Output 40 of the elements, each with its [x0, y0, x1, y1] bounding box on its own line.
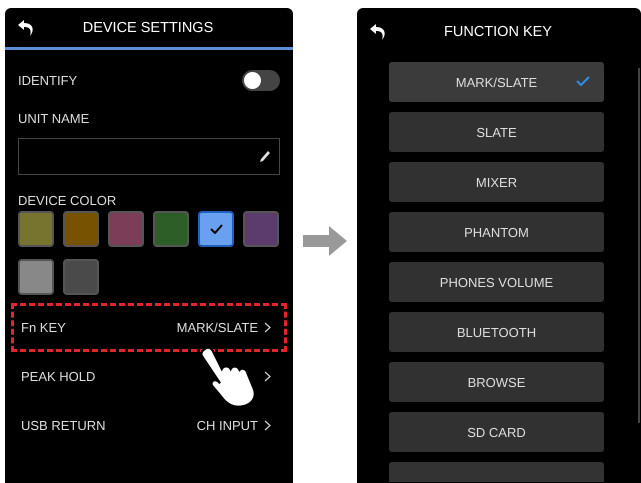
color-swatch[interactable] — [63, 259, 99, 295]
function-option[interactable]: SD CARD — [389, 412, 604, 452]
chevron-icon — [264, 420, 271, 431]
highlighted-setting-row[interactable]: Fn KEY MARK/SLATE — [11, 303, 287, 352]
function-option[interactable]: PHONES VOLUME — [389, 262, 604, 302]
chevron-icon — [264, 322, 271, 333]
check-icon — [210, 224, 222, 234]
setting-value: MARK/SLATE — [176, 320, 258, 335]
screen-title: FUNCTION KEY — [443, 24, 553, 40]
setting-row[interactable]: PEAK HOLD — [11, 352, 287, 401]
function-option[interactable]: MARK/SLATE — [389, 62, 604, 102]
function-option[interactable]: BROWSE — [389, 362, 604, 402]
function-option[interactable]: PHANTOM — [389, 212, 604, 252]
pencil-icon — [259, 150, 271, 163]
color-swatch[interactable] — [63, 211, 99, 247]
color-swatch[interactable] — [108, 211, 144, 247]
right-arrow-icon — [303, 226, 347, 256]
check-icon — [576, 76, 590, 87]
unit-name-field[interactable] — [18, 138, 280, 175]
setting-label: USB RETURN — [21, 418, 106, 433]
identify-toggle[interactable] — [242, 70, 280, 90]
function-option[interactable]: BLUETOOTH — [389, 312, 604, 352]
setting-label: Fn KEY — [21, 320, 66, 335]
setting-value: CH INPUT — [196, 418, 258, 433]
color-swatch[interactable] — [153, 211, 189, 247]
screen-title: DEVICE SETTINGS — [82, 20, 214, 36]
chevron-icon — [264, 371, 271, 382]
function-option[interactable]: SLATE — [389, 112, 604, 152]
function-option[interactable]: MIXER — [389, 162, 604, 202]
color-swatch[interactable] — [198, 211, 234, 247]
setting-label: PEAK HOLD — [21, 369, 96, 384]
color-swatch[interactable] — [18, 259, 54, 295]
setting-row[interactable]: USB RETURN CH INPUT — [11, 401, 287, 450]
scrollbar[interactable] — [638, 68, 640, 423]
unit-name-label: UNIT NAME — [18, 110, 90, 126]
device-color-label: DEVICE COLOR — [18, 193, 118, 208]
color-swatch[interactable] — [243, 211, 279, 247]
color-swatch[interactable] — [18, 211, 54, 247]
identify-label: IDENTIFY — [18, 72, 78, 88]
function-option[interactable] — [389, 462, 604, 482]
